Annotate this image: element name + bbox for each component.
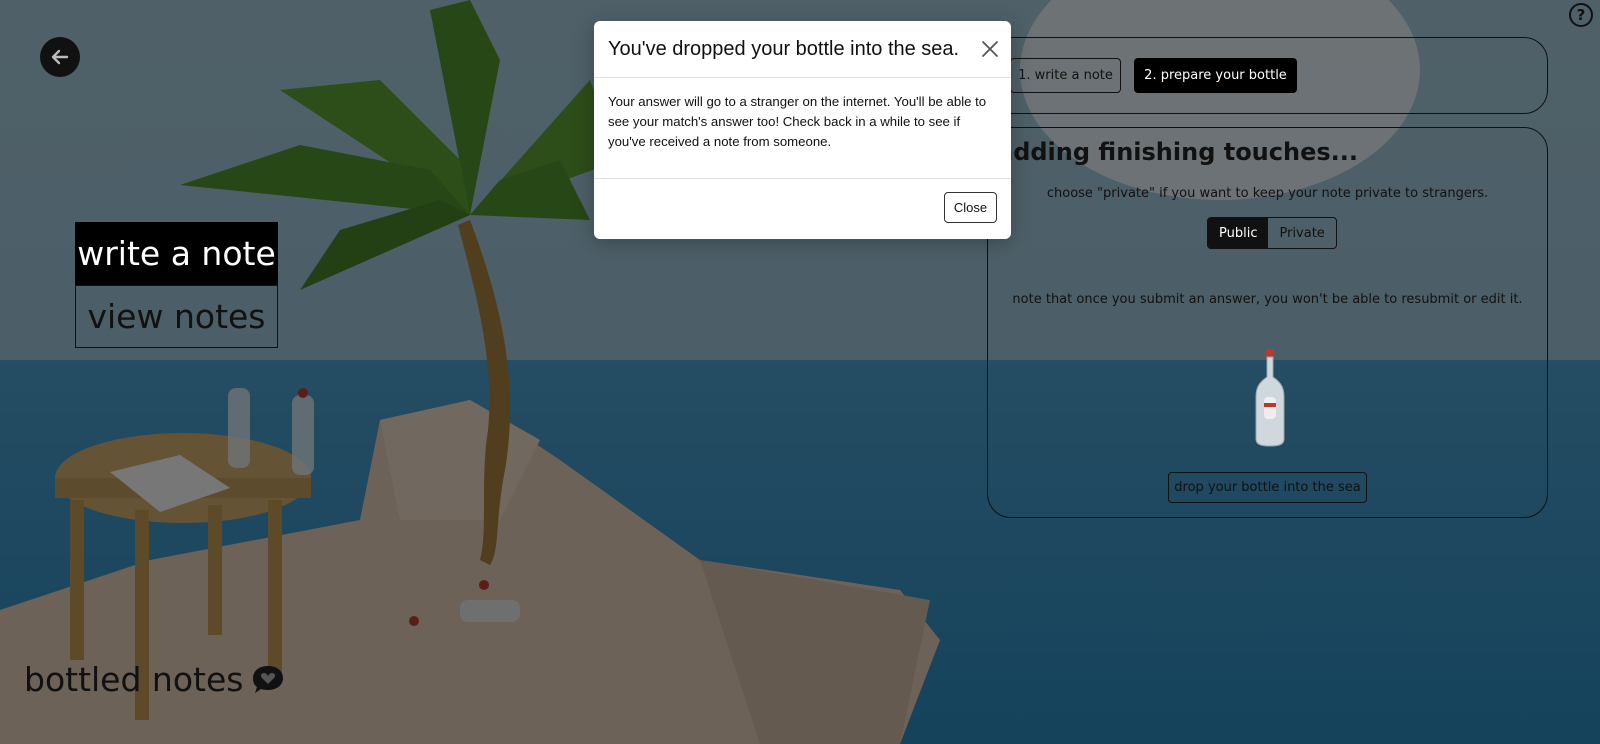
form-title: adding finishing touches... xyxy=(997,138,1358,166)
back-button[interactable] xyxy=(40,37,80,77)
confirmation-modal: You've dropped your bottle into the sea.… xyxy=(594,21,1011,239)
brand: bottled notes xyxy=(24,660,285,699)
privacy-private-option[interactable]: Private xyxy=(1268,218,1335,248)
help-icon[interactable]: ? xyxy=(1569,3,1593,27)
submit-warning: note that once you submit an answer, you… xyxy=(1012,292,1523,307)
bottle-icon xyxy=(1255,349,1285,447)
heart-chat-icon xyxy=(253,665,284,693)
privacy-toggle: Public Private xyxy=(1207,217,1337,249)
write-note-button[interactable]: write a note xyxy=(75,222,278,285)
modal-body: Your answer will go to a stranger on the… xyxy=(608,94,987,149)
step-write-note[interactable]: 1. write a note xyxy=(1010,58,1121,93)
modal-footer: Close xyxy=(594,178,1011,240)
privacy-public-option[interactable]: Public xyxy=(1208,218,1269,248)
brand-name: bottled notes xyxy=(24,660,244,699)
modal-title: You've dropped your bottle into the sea. xyxy=(608,38,960,60)
modal-close-button[interactable]: Close xyxy=(944,192,997,223)
view-notes-button[interactable]: view notes xyxy=(75,285,278,348)
close-icon[interactable] xyxy=(981,40,999,58)
modal-header: You've dropped your bottle into the sea. xyxy=(594,21,1011,78)
drop-bottle-button[interactable]: drop your bottle into the sea xyxy=(1168,472,1367,503)
privacy-hint: choose "private" if you want to keep you… xyxy=(1046,186,1489,201)
arrow-left-icon xyxy=(51,49,69,65)
step-prepare-bottle[interactable]: 2. prepare your bottle xyxy=(1134,58,1297,93)
